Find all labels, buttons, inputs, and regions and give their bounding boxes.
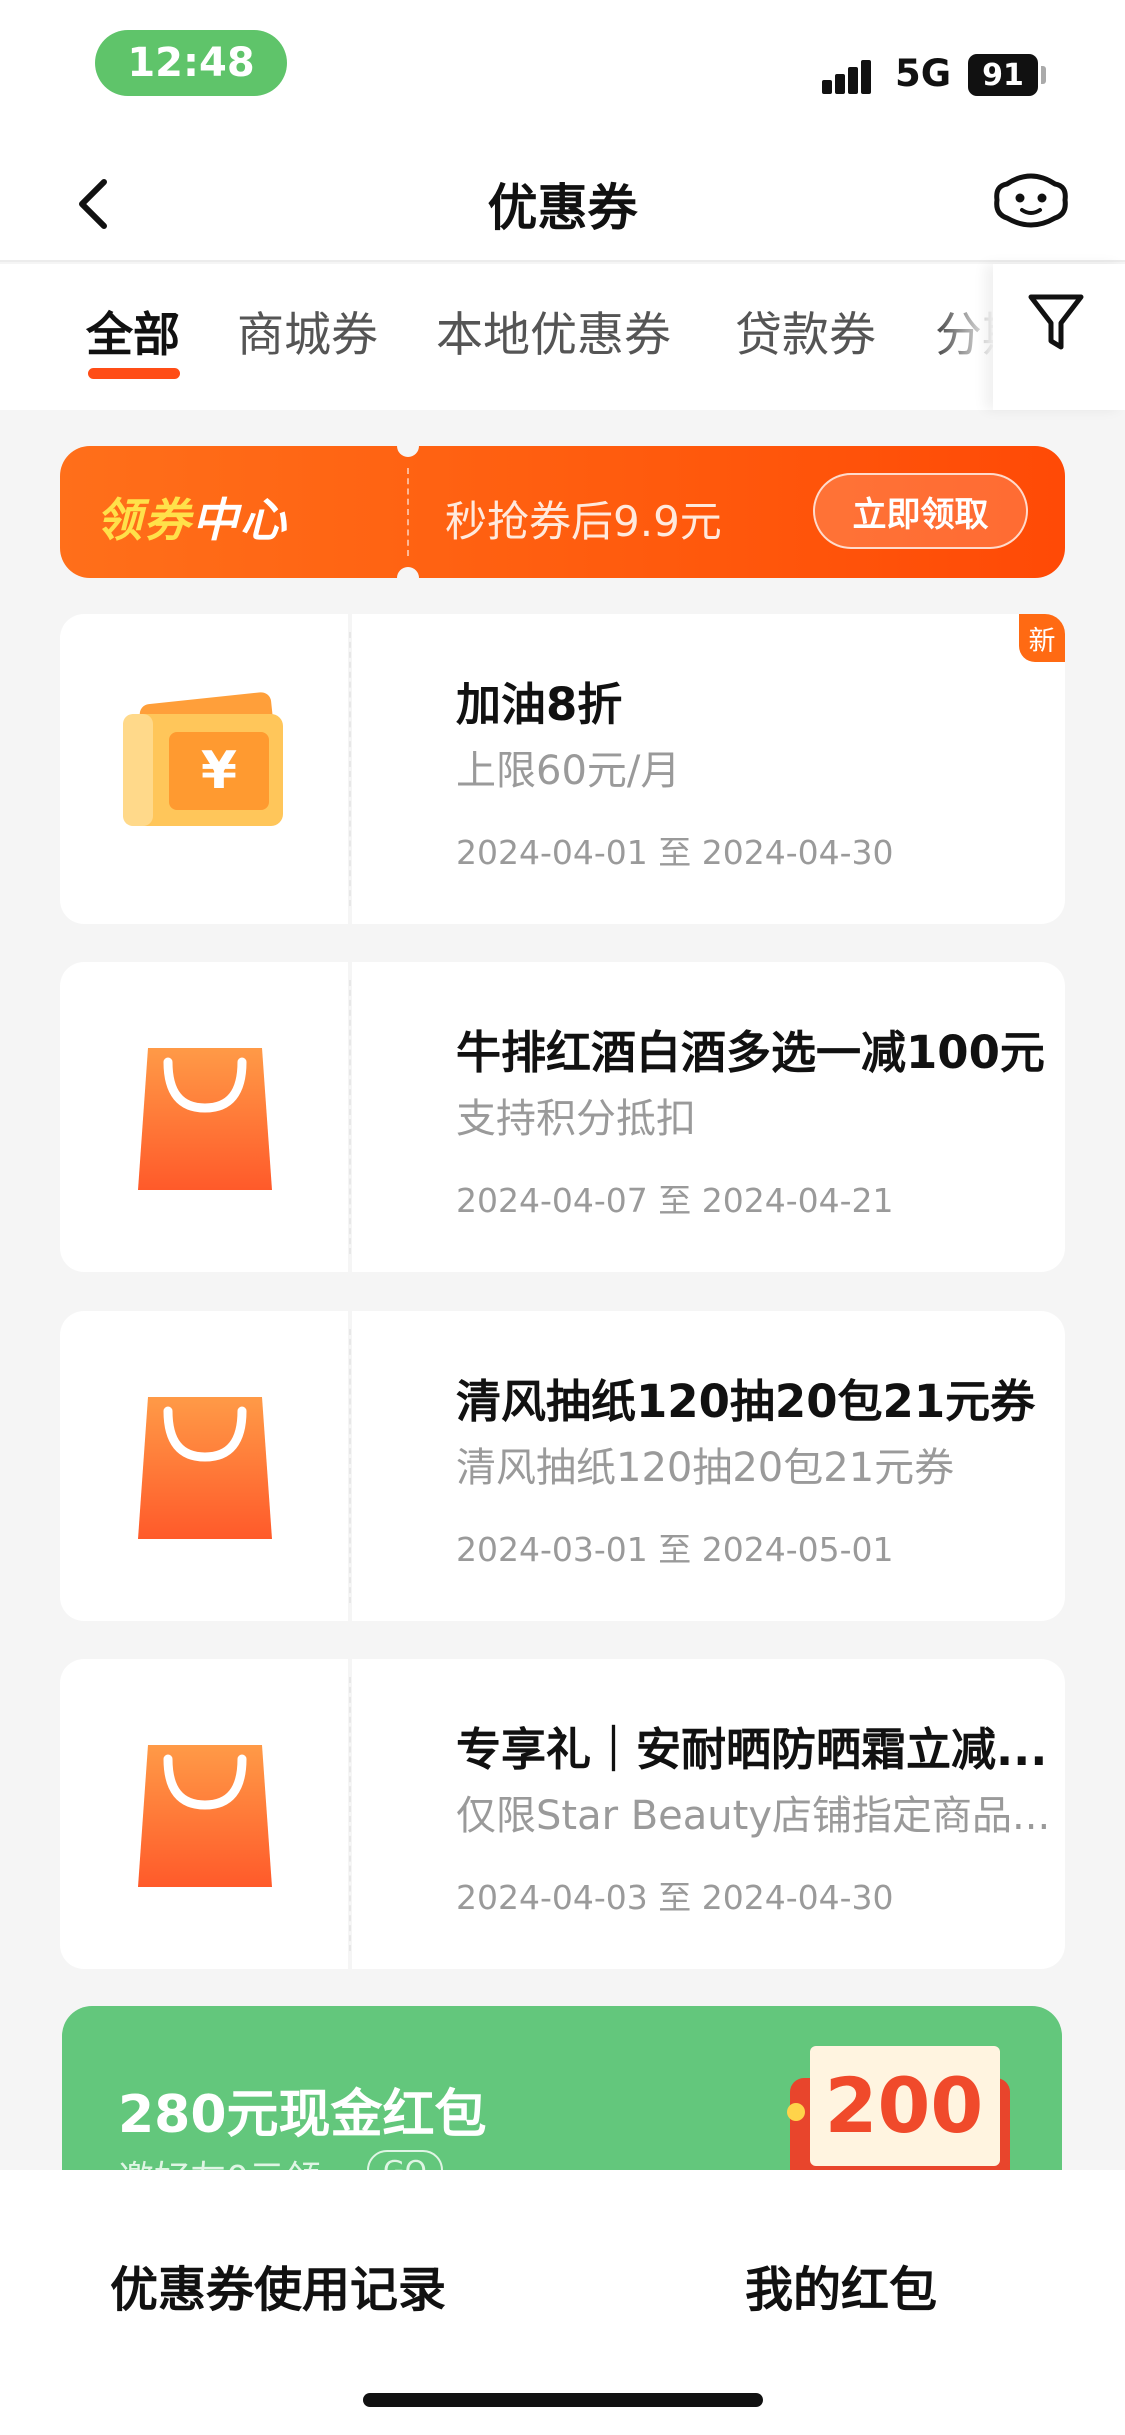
battery-icon: 91 bbox=[968, 54, 1038, 96]
coupon-date: 2024-04-03 至 2024-04-30 bbox=[456, 1878, 894, 1917]
signal-icon bbox=[822, 58, 880, 94]
coupon-divider bbox=[349, 1677, 351, 1951]
svg-text:¥: ¥ bbox=[201, 741, 237, 801]
coupon-divider bbox=[349, 632, 351, 906]
my-red-packets-link[interactable]: 我的红包 bbox=[745, 2250, 937, 2320]
bottom-bar: 优惠券使用记录 我的红包 bbox=[0, 2170, 1125, 2435]
coupon-desc: 上限60元/月 bbox=[456, 748, 681, 794]
tab-loan-coupons[interactable]: 贷款券 bbox=[735, 296, 876, 365]
coupon-icon-area bbox=[60, 1659, 348, 1969]
coupon-history-link[interactable]: 优惠券使用记录 bbox=[110, 2250, 446, 2320]
tab-all[interactable]: 全部 bbox=[86, 296, 180, 365]
coupon-card[interactable]: 牛排红酒白酒多选一减100元 支持积分抵扣 2024-04-07 至 2024-… bbox=[60, 962, 1065, 1272]
coupon-info: 牛排红酒白酒多选一减100元 支持积分抵扣 2024-04-07 至 2024-… bbox=[352, 962, 1065, 1272]
coupon-desc: 仅限Star Beauty店铺指定商品... bbox=[456, 1793, 1046, 1839]
shopping-bag-icon bbox=[138, 1745, 272, 1887]
coupon-divider bbox=[349, 1329, 351, 1603]
assistant-robot-icon[interactable] bbox=[993, 170, 1069, 232]
coupon-desc: 支持积分抵扣 bbox=[456, 1096, 696, 1142]
coupon-card[interactable]: ¥ 加油8折 上限60元/月 2024-04-01 至 2024-04-30 新 bbox=[60, 614, 1065, 924]
coupon-info: 专享礼｜安耐晒防晒霜立减... 仅限Star Beauty店铺指定商品... 2… bbox=[352, 1659, 1065, 1969]
coupon-icon-area bbox=[60, 962, 348, 1272]
coupon-date: 2024-04-01 至 2024-04-30 bbox=[456, 833, 894, 872]
packet-art-amount: 200 bbox=[825, 2061, 984, 2150]
new-badge: 新 bbox=[1019, 614, 1065, 662]
shopping-bag-icon bbox=[138, 1048, 272, 1190]
coupon-title: 专享礼｜安耐晒防晒霜立减... bbox=[456, 1723, 1048, 1776]
coupon-card[interactable]: 专享礼｜安耐晒防晒霜立减... 仅限Star Beauty店铺指定商品... 2… bbox=[60, 1659, 1065, 1969]
packet-title: 280元现金红包 bbox=[118, 2085, 487, 2145]
coupon-title: 清风抽纸120抽20包21元券 bbox=[456, 1375, 1036, 1428]
coupon-date: 2024-03-01 至 2024-05-01 bbox=[456, 1530, 894, 1569]
banner-notch-bottom bbox=[397, 567, 419, 589]
coupon-divider bbox=[349, 980, 351, 1254]
filter-button[interactable] bbox=[993, 264, 1125, 410]
network-label: 5G bbox=[895, 52, 952, 95]
fuel-ticket-icon: ¥ bbox=[123, 692, 283, 826]
claim-now-button[interactable]: 立即领取 bbox=[813, 473, 1028, 549]
tab-local-coupons[interactable]: 本地优惠券 bbox=[436, 296, 671, 365]
coupon-title: 牛排红酒白酒多选一减100元 bbox=[456, 1026, 1045, 1079]
coupon-info: 加油8折 上限60元/月 2024-04-01 至 2024-04-30 新 bbox=[352, 614, 1065, 924]
coupon-title: 加油8折 bbox=[456, 678, 623, 731]
tab-mall-coupons[interactable]: 商城券 bbox=[237, 296, 378, 365]
coupon-icon-area: ¥ bbox=[60, 614, 348, 924]
status-time: 12:48 bbox=[95, 30, 287, 96]
tab-fade bbox=[940, 264, 995, 410]
banner-title-part2: 中心 bbox=[192, 493, 288, 547]
banner-subtitle: 秒抢券后9.9元 bbox=[445, 497, 722, 546]
category-tabs: 全部 商城券 本地优惠券 贷款券 分期 bbox=[0, 264, 1125, 410]
shopping-bag-icon bbox=[138, 1397, 272, 1539]
coupon-center-banner[interactable]: 领券中心 秒抢券后9.9元 立即领取 bbox=[60, 435, 1065, 589]
home-indicator bbox=[363, 2393, 763, 2407]
coupon-info: 清风抽纸120抽20包21元券 清风抽纸120抽20包21元券 2024-03-… bbox=[352, 1311, 1065, 1621]
coupon-desc: 清风抽纸120抽20包21元券 bbox=[456, 1445, 955, 1491]
page-title: 优惠券 bbox=[487, 179, 638, 237]
banner-title: 领券中心 bbox=[96, 484, 288, 550]
banner-title-part1: 领券 bbox=[96, 493, 192, 547]
coupon-icon-area bbox=[60, 1311, 348, 1621]
tab-active-indicator bbox=[88, 368, 180, 379]
banner-notch-top bbox=[397, 435, 419, 457]
coupon-date: 2024-04-07 至 2024-04-21 bbox=[456, 1181, 894, 1220]
nav-bar: 优惠券 bbox=[0, 140, 1125, 262]
battery-tip bbox=[1041, 66, 1046, 84]
coupon-card[interactable]: 清风抽纸120抽20包21元券 清风抽纸120抽20包21元券 2024-03-… bbox=[60, 1311, 1065, 1621]
filter-icon bbox=[1028, 294, 1084, 350]
status-bar: 12:48 5G 91 bbox=[0, 0, 1125, 140]
